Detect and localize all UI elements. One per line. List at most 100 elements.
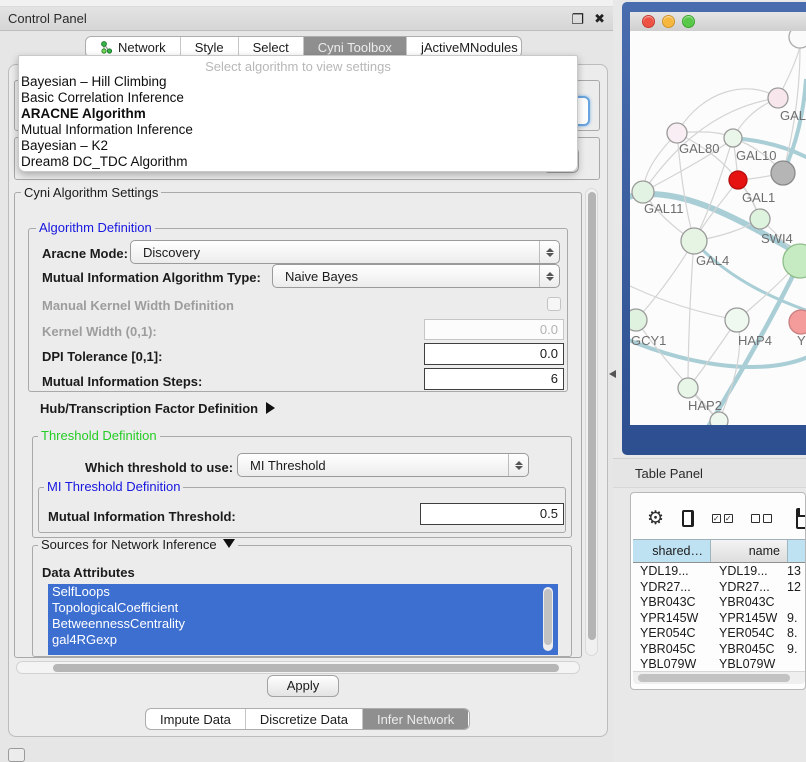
combo-spinner-icon: [539, 241, 559, 263]
attribute-item[interactable]: SelfLoops: [48, 584, 558, 600]
float-panel-icon[interactable]: ❐: [572, 12, 585, 26]
manual-kernel-checkbox[interactable]: [547, 297, 561, 311]
column-header-shared-name[interactable]: shared…: [633, 540, 711, 562]
table-cell: 9.: [783, 611, 806, 627]
algorithm-dropdown-placeholder: Select algorithm to view settings: [19, 56, 577, 74]
algorithm-dropdown-items: Bayesian – Hill ClimbingBasic Correlatio…: [19, 74, 577, 170]
algorithm-option[interactable]: Basic Correlation Inference: [19, 90, 577, 106]
panel-title: Control Panel: [8, 11, 87, 26]
tab-style[interactable]: Style: [181, 37, 239, 57]
node-selected-red[interactable]: [729, 171, 747, 189]
table-cell: 8.: [783, 626, 806, 642]
combo-spinner-icon: [508, 454, 528, 476]
dpi-tolerance-field[interactable]: 0.0: [424, 343, 564, 365]
deselect-all-checkboxes-icon[interactable]: [751, 514, 772, 523]
split-columns-icon[interactable]: [682, 510, 694, 527]
node-hap2[interactable]: [678, 378, 698, 398]
node-hap4[interactable]: [725, 308, 749, 332]
table-horizontal-scrollbar[interactable]: [633, 671, 805, 684]
tab-cyni-toolbox[interactable]: Cyni Toolbox: [304, 37, 407, 57]
hub-definition-label: Hub/Transcription Factor Definition: [40, 401, 258, 416]
table-row[interactable]: YBL079WYBL079W: [633, 657, 806, 668]
algorithm-option[interactable]: Bayesian – K2: [19, 138, 577, 154]
tab-cyni-toolbox-label: Cyni Toolbox: [318, 40, 392, 55]
algorithm-option[interactable]: Dream8 DC_TDC Algorithm: [19, 154, 577, 170]
node-gray[interactable]: [771, 161, 795, 185]
mi-threshold-field[interactable]: 0.5: [420, 503, 564, 525]
network-canvas[interactable]: GALGAL80GAL10GAL1GAL11SWI4GAL4GCY1HAP4YH…: [630, 31, 806, 425]
network-window-titlebar[interactable]: [630, 12, 806, 31]
table-cell: YPR145W: [633, 611, 711, 627]
collapsed-arrow-icon: [266, 402, 275, 414]
attribute-item[interactable]: gal4RGexp: [48, 632, 558, 648]
aracne-mode-combo[interactable]: Discovery: [130, 240, 560, 264]
close-window-icon[interactable]: [642, 15, 655, 28]
node-gal10[interactable]: [724, 129, 742, 147]
document-icon[interactable]: [796, 508, 806, 529]
minimize-window-icon[interactable]: [662, 15, 675, 28]
tab-impute-data-label: Impute Data: [160, 712, 231, 727]
table-row[interactable]: YDL19...YDL19...13: [633, 564, 806, 580]
sources-title-label: Sources for Network Inference: [41, 537, 217, 552]
table-cell: YBR045C: [633, 642, 711, 658]
gear-icon[interactable]: ⚙: [647, 509, 664, 528]
edge: [636, 241, 694, 320]
data-attributes-list[interactable]: SelfLoopsTopologicalCoefficientBetweenne…: [48, 584, 558, 655]
kernel-width-field[interactable]: 0.0: [424, 319, 564, 340]
expanded-arrow-icon: [223, 539, 235, 548]
combo-spinner-icon: [539, 265, 559, 287]
close-panel-icon[interactable]: ✖: [594, 12, 605, 25]
zoom-window-icon[interactable]: [682, 15, 695, 28]
table-row[interactable]: YBR043CYBR043C: [633, 595, 806, 611]
table-row[interactable]: YER054CYER054C8.: [633, 626, 806, 642]
tab-impute-data[interactable]: Impute Data: [146, 709, 246, 729]
table-row[interactable]: YBR045CYBR045C9.: [633, 642, 806, 658]
algorithm-option[interactable]: Bayesian – Hill Climbing: [19, 74, 577, 90]
table-row[interactable]: YDR27...YDR27...12: [633, 580, 806, 596]
column-header-name[interactable]: name: [711, 540, 788, 562]
mi-steps-field[interactable]: 6: [424, 368, 564, 390]
table-cell: YBR043C: [711, 595, 783, 611]
hub-definition-expander[interactable]: Hub/Transcription Factor Definition: [40, 401, 275, 416]
node-gal-pink[interactable]: [768, 88, 788, 108]
which-threshold-combo[interactable]: MI Threshold: [237, 453, 529, 477]
table-cell: YDR27...: [711, 580, 783, 596]
node-gal11[interactable]: [632, 181, 654, 203]
dock-corner-icon[interactable]: [8, 748, 25, 762]
sources-group-title[interactable]: Sources for Network Inference: [38, 538, 238, 551]
settings-horizontal-scrollbar[interactable]: [16, 661, 580, 674]
tab-select[interactable]: Select: [239, 37, 304, 57]
node-gcy1[interactable]: [630, 309, 647, 331]
tab-jactivemnodules[interactable]: jActiveMNodules: [407, 37, 522, 57]
table-row[interactable]: YPR145WYPR145W9.: [633, 611, 806, 627]
mi-threshold-label: Mutual Information Threshold:: [48, 509, 236, 524]
tab-infer-network[interactable]: Infer Network: [363, 709, 468, 729]
settings-vertical-scrollbar[interactable]: [585, 188, 598, 656]
table-cell: YBL079W: [633, 657, 711, 668]
apply-button[interactable]: Apply: [267, 675, 339, 697]
node-gal1[interactable]: [750, 209, 770, 229]
attributes-vertical-scrollbar[interactable]: [543, 587, 553, 651]
table-cell: YDL19...: [633, 564, 711, 580]
tab-discretize-data[interactable]: Discretize Data: [246, 709, 363, 729]
cyni-algorithm-settings-title: Cyni Algorithm Settings: [21, 186, 161, 199]
algorithm-option[interactable]: Mutual Information Inference: [19, 122, 577, 138]
node-bottom-partial[interactable]: [710, 412, 728, 425]
node-gal4[interactable]: [681, 228, 707, 254]
node-salmon[interactable]: [789, 310, 806, 334]
table-rows[interactable]: YDL19...YDL19...13YDR27...YDR27...12YBR0…: [633, 564, 806, 668]
algorithm-option[interactable]: ARACNE Algorithm: [19, 106, 577, 122]
tab-network[interactable]: Network: [86, 37, 181, 57]
mi-type-value: Naive Bayes: [285, 269, 358, 284]
attribute-item[interactable]: BetweennessCentrality: [48, 616, 558, 632]
attribute-item[interactable]: TopologicalCoefficient: [48, 600, 558, 616]
node-gal80[interactable]: [667, 123, 687, 143]
column-header-partial[interactable]: [788, 540, 806, 562]
select-all-checkboxes-icon[interactable]: ✓✓: [712, 514, 733, 523]
table-cell: 9.: [783, 642, 806, 658]
node-label: SWI4: [761, 231, 793, 246]
node-label: HAP2: [688, 398, 722, 413]
mi-type-combo[interactable]: Naive Bayes: [272, 264, 560, 288]
node-top-partial[interactable]: [789, 31, 806, 48]
which-threshold-label: Which threshold to use:: [85, 460, 233, 475]
